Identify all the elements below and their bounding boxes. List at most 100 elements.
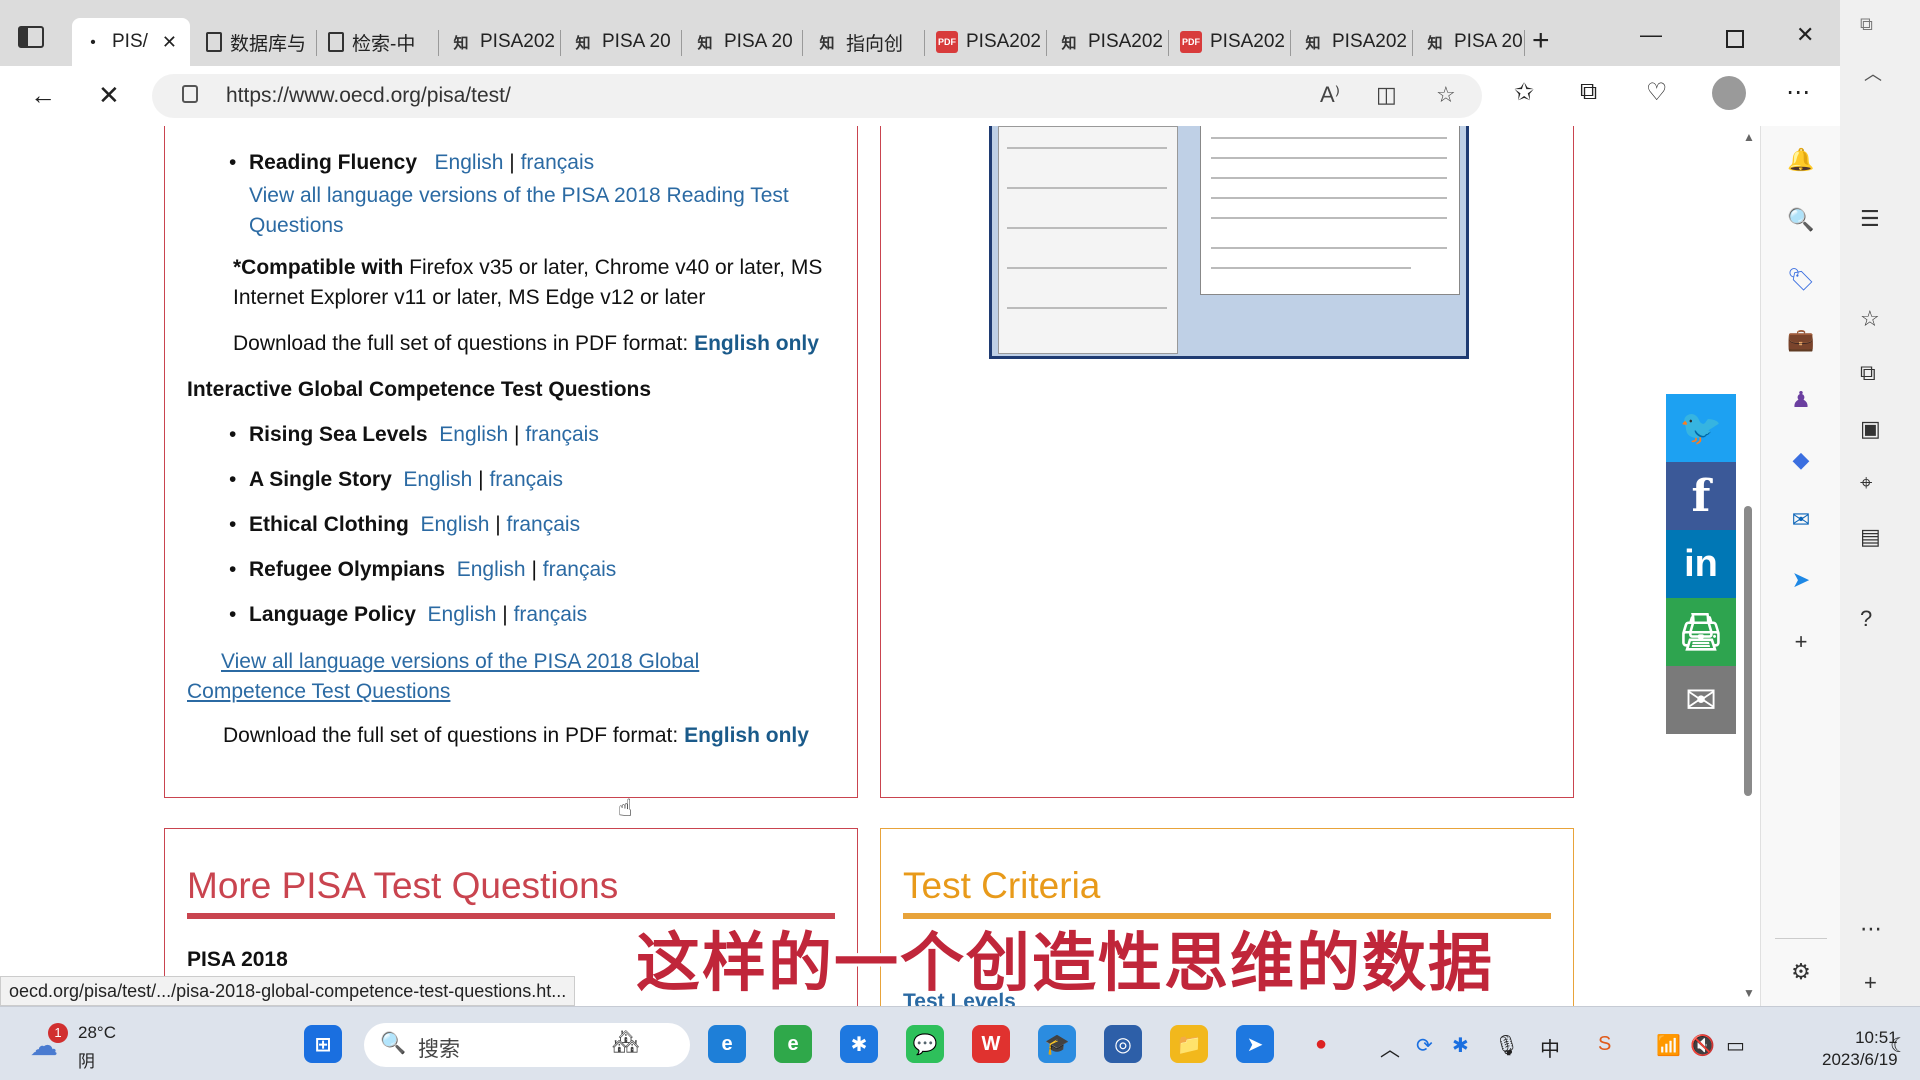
english-link[interactable]: English bbox=[421, 513, 490, 536]
wifi-icon[interactable]: 📶 bbox=[1656, 1033, 1681, 1058]
twitter-share-button[interactable]: 🐦 bbox=[1666, 394, 1736, 462]
window-icon[interactable]: ⧉ bbox=[1860, 360, 1876, 386]
close-window-icon[interactable]: ✕ bbox=[1796, 22, 1814, 48]
english-link[interactable]: English bbox=[457, 558, 526, 581]
print-button[interactable]: 🖨 bbox=[1666, 598, 1736, 666]
tray-chevron-icon[interactable]: ︿ bbox=[1380, 1033, 1400, 1062]
facebook-share-button[interactable]: f bbox=[1666, 462, 1736, 530]
file-explorer-icon[interactable]: 📁 bbox=[1170, 1025, 1208, 1063]
edge-browser-icon[interactable]: e bbox=[708, 1025, 746, 1063]
weather-condition[interactable]: 阴 bbox=[78, 1047, 95, 1072]
french-link[interactable]: français bbox=[514, 603, 588, 626]
add-icon[interactable]: + bbox=[1783, 624, 1819, 660]
weather-temp[interactable]: 28°C bbox=[78, 1023, 116, 1043]
download-english-only-link[interactable]: English only bbox=[684, 724, 809, 747]
help-icon[interactable]: ? bbox=[1860, 606, 1872, 632]
wechat-icon[interactable]: 💬 bbox=[906, 1025, 944, 1063]
games-icon[interactable]: ♟ bbox=[1783, 382, 1819, 418]
tab[interactable]: 知 PISA202 bbox=[440, 18, 558, 66]
maximize-icon[interactable] bbox=[1726, 30, 1744, 48]
notification-bell-icon[interactable]: 🔔 bbox=[1783, 142, 1819, 178]
app-cap-icon[interactable]: 🎓 bbox=[1038, 1025, 1076, 1063]
wps-icon[interactable]: W bbox=[972, 1025, 1010, 1063]
volume-muted-icon[interactable]: 🔇 bbox=[1690, 1033, 1715, 1058]
send-icon[interactable]: ➤ bbox=[1783, 562, 1819, 598]
tools-briefcase-icon[interactable]: 💼 bbox=[1783, 322, 1819, 358]
tray-app-icon[interactable]: ✱ bbox=[1452, 1033, 1469, 1058]
tab[interactable]: 数据库与 bbox=[196, 18, 312, 66]
profile-avatar[interactable] bbox=[1712, 76, 1746, 110]
collections-icon[interactable]: ⧉ bbox=[1580, 78, 1597, 106]
clock[interactable]: 10:51 2023/6/19 bbox=[1822, 1027, 1898, 1071]
close-tab-icon[interactable]: ✕ bbox=[162, 32, 177, 53]
french-link[interactable]: français bbox=[507, 513, 581, 536]
app-globe-icon[interactable]: ◎ bbox=[1104, 1025, 1142, 1063]
tab[interactable]: 知 PISA 20 bbox=[684, 18, 800, 66]
ie-icon[interactable]: e bbox=[774, 1025, 812, 1063]
tab[interactable]: 检索-中 bbox=[318, 18, 434, 66]
start-windows-icon[interactable]: ⊞ bbox=[304, 1025, 342, 1063]
tab[interactable]: 知 PISA202 bbox=[1292, 18, 1410, 66]
pin-icon[interactable]: ☆ bbox=[1860, 306, 1880, 332]
address-bar[interactable]: https://www.oecd.org/pisa/test/ A⁾ ◫ ☆ bbox=[152, 74, 1482, 118]
scroll-down-icon[interactable]: ▼ bbox=[1743, 986, 1755, 1000]
more-menu-icon[interactable]: ⋯ bbox=[1786, 78, 1810, 107]
french-link[interactable]: français bbox=[489, 468, 563, 491]
tab[interactable]: PDF PISA202 bbox=[1170, 18, 1288, 66]
microsoft-365-icon[interactable]: ◆ bbox=[1783, 442, 1819, 478]
minimize-icon[interactable]: — bbox=[1640, 22, 1662, 48]
reading-icon[interactable]: ▤ bbox=[1860, 524, 1881, 550]
read-aloud-icon[interactable]: A⁾ bbox=[1320, 82, 1340, 108]
english-link[interactable]: English bbox=[403, 468, 472, 491]
tab-active[interactable]: • PIS/ ✕ bbox=[72, 18, 190, 66]
email-share-button[interactable]: ✉ bbox=[1666, 666, 1736, 734]
back-arrow-icon[interactable]: ← bbox=[30, 80, 56, 111]
stop-loading-icon[interactable]: ✕ bbox=[98, 80, 120, 111]
filter-icon[interactable]: ☰ bbox=[1860, 206, 1880, 232]
app-arrow-icon[interactable]: ➤ bbox=[1236, 1025, 1274, 1063]
tray-s-icon[interactable]: S bbox=[1598, 1033, 1611, 1056]
french-link[interactable]: français bbox=[521, 151, 595, 174]
english-link[interactable]: English bbox=[428, 603, 497, 626]
favorites-icon[interactable]: ✩ bbox=[1514, 78, 1534, 107]
shopping-tag-icon[interactable]: 🏷 bbox=[1783, 262, 1819, 298]
download-english-only-link[interactable]: English only bbox=[694, 332, 819, 355]
tab[interactable]: 知 PISA 20 bbox=[562, 18, 678, 66]
ime-indicator[interactable]: 中 bbox=[1540, 1033, 1560, 1062]
add-icon[interactable]: + bbox=[1864, 970, 1877, 996]
more-icon[interactable]: ⋯ bbox=[1860, 916, 1882, 942]
record-icon[interactable]: ● bbox=[1302, 1025, 1340, 1063]
outlook-icon[interactable]: ✉ bbox=[1783, 502, 1819, 538]
tray-sync-icon[interactable]: ⟳ bbox=[1416, 1033, 1433, 1058]
tab[interactable]: 知 PISA202 bbox=[1048, 18, 1166, 66]
location-icon[interactable]: ⌖ bbox=[1860, 470, 1872, 496]
search-icon[interactable]: 🔍 bbox=[1783, 202, 1819, 238]
english-link[interactable]: English bbox=[439, 423, 508, 446]
tab-actions-icon[interactable] bbox=[18, 26, 44, 48]
view-all-reading-link[interactable]: View all language versions of the PISA 2… bbox=[249, 181, 809, 241]
english-link[interactable]: English bbox=[435, 151, 504, 174]
scrollbar-thumb[interactable] bbox=[1744, 506, 1752, 796]
browser-essentials-icon[interactable]: ♡ bbox=[1646, 78, 1668, 107]
chevron-up-icon[interactable]: ︿ bbox=[1864, 60, 1882, 86]
favorite-star-icon[interactable]: ☆ bbox=[1436, 82, 1456, 108]
battery-icon[interactable]: ▭ bbox=[1726, 1033, 1745, 1058]
scroll-up-icon[interactable]: ▲ bbox=[1743, 130, 1755, 144]
french-link[interactable]: français bbox=[543, 558, 617, 581]
tab[interactable]: 知 PISA 20 bbox=[1414, 18, 1522, 66]
url-text[interactable]: https://www.oecd.org/pisa/test/ bbox=[226, 84, 511, 108]
view-all-global-competence-link[interactable]: View all language versions of the PISA 2… bbox=[187, 647, 817, 707]
split-screen-icon[interactable]: ◫ bbox=[1376, 82, 1397, 108]
linkedin-share-button[interactable]: in bbox=[1666, 530, 1736, 598]
page-scrollbar[interactable]: ▲ ▼ bbox=[1738, 126, 1760, 1006]
new-tab-icon[interactable]: + bbox=[1532, 26, 1550, 56]
french-link[interactable]: français bbox=[525, 423, 599, 446]
tab[interactable]: PDF PISA202 bbox=[926, 18, 1044, 66]
taskbar-search[interactable]: 🔍 搜索 🏘 bbox=[364, 1023, 690, 1067]
microphone-icon[interactable]: 🎙 bbox=[1494, 1033, 1519, 1058]
moon-icon[interactable]: ☾ bbox=[1890, 1033, 1908, 1058]
tab[interactable]: 知 指向创 bbox=[806, 18, 922, 66]
settings-gear-icon[interactable]: ⚙ bbox=[1783, 954, 1819, 990]
restore-icon[interactable]: ⧉ bbox=[1860, 14, 1873, 35]
image-icon[interactable]: ▣ bbox=[1860, 416, 1881, 442]
